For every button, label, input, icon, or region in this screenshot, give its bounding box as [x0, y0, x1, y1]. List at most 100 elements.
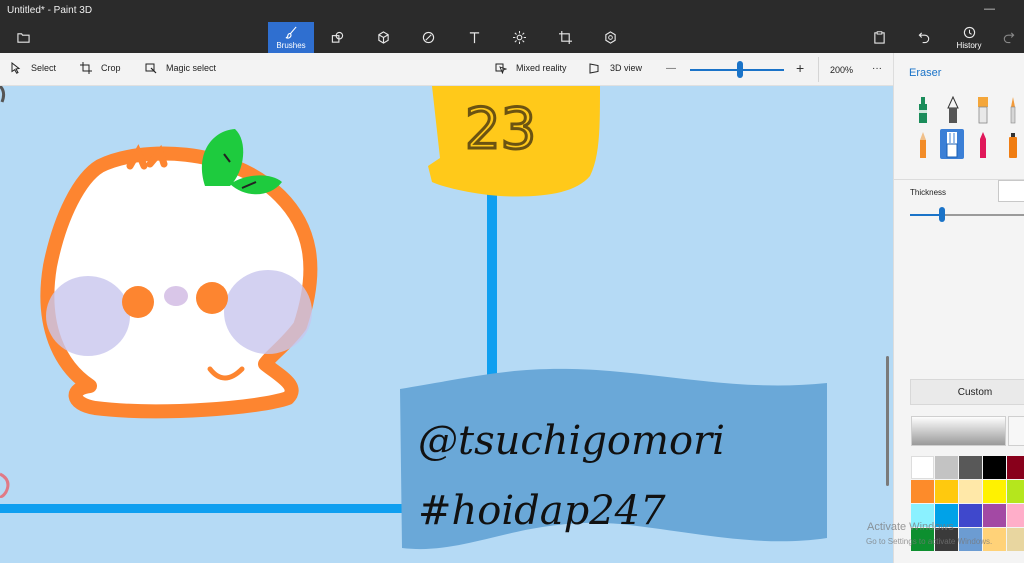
thickness-label: Thickness	[910, 188, 947, 197]
pencil-brush[interactable]	[911, 130, 935, 160]
text-icon	[469, 32, 479, 44]
secondary-color-preview[interactable]	[1008, 416, 1024, 446]
crop-button[interactable]: Crop	[80, 62, 121, 74]
sun-icon	[512, 31, 526, 44]
cube-icon	[377, 31, 389, 44]
history-icon	[963, 26, 975, 38]
3d-shapes-tab[interactable]	[360, 22, 406, 53]
drawing-canvas[interactable]: 23 @tsuchigomori #hoidap247	[0, 86, 893, 563]
crop-icon	[80, 62, 92, 74]
zoom-out-button[interactable]: —	[666, 63, 676, 74]
mixed-reality-icon	[495, 63, 507, 74]
calligraphy-pen-brush[interactable]	[941, 95, 965, 125]
3d-library-tab[interactable]	[587, 22, 633, 53]
zoom-level[interactable]: 200%	[830, 65, 853, 75]
watercolor-brush[interactable]	[1001, 95, 1024, 125]
color-swatch[interactable]	[935, 456, 958, 479]
custom-color-label: Custom	[957, 386, 993, 398]
magic-select-icon	[145, 63, 157, 74]
blue-pole	[487, 176, 497, 406]
history-button[interactable]: History	[946, 22, 992, 53]
more-options-button[interactable]: ···	[872, 63, 882, 74]
menu-button[interactable]	[0, 22, 46, 53]
marker-brush[interactable]	[911, 95, 935, 125]
activation-watermark-title: Activate Windows	[867, 521, 954, 533]
eraser-icon	[946, 132, 958, 158]
marker-icon	[919, 97, 927, 123]
zoom-in-button[interactable]: +	[796, 60, 804, 76]
crop-label: Crop	[101, 63, 121, 73]
2d-shapes-tab[interactable]	[314, 22, 360, 53]
color-swatch[interactable]	[935, 480, 958, 503]
effects-tab[interactable]	[496, 22, 542, 53]
sticker-icon	[422, 31, 434, 44]
redo-button[interactable]	[992, 22, 1024, 53]
magic-select-label: Magic select	[166, 63, 217, 73]
activation-watermark-subtitle: Go to Settings to activate Windows.	[866, 537, 993, 546]
crayon-icon	[980, 132, 986, 158]
thickness-slider-fill	[910, 214, 942, 216]
3d-view-button[interactable]: 3D view	[589, 62, 642, 74]
brushes-panel: Eraser Thickness Custom	[893, 53, 1024, 563]
spray-can-icon	[1009, 133, 1017, 158]
canvas-icon	[558, 31, 572, 44]
magic-select-button[interactable]: Magic select	[145, 62, 216, 74]
color-swatch[interactable]	[959, 504, 982, 527]
selection-toolbar: Select Crop Magic select Mixed reality 3…	[0, 53, 893, 86]
oil-brush[interactable]	[971, 95, 995, 125]
color-swatch[interactable]	[959, 480, 982, 503]
mixed-reality-button[interactable]: Mixed reality	[495, 62, 567, 74]
pointer-icon	[11, 62, 21, 74]
mixed-reality-label: Mixed reality	[516, 63, 567, 73]
canvas-tab[interactable]	[542, 22, 588, 53]
undo-button[interactable]	[901, 22, 947, 53]
color-swatch[interactable]	[911, 456, 934, 479]
current-color-preview[interactable]	[911, 416, 1006, 446]
select-button[interactable]: Select	[10, 62, 56, 74]
watercolor-icon	[1010, 97, 1016, 124]
color-swatch[interactable]	[983, 480, 1006, 503]
pink-stroke	[0, 472, 10, 498]
blue-horizontal-line	[0, 504, 405, 513]
library-icon	[604, 31, 616, 44]
paste-button[interactable]	[856, 22, 902, 53]
eraser-brush[interactable]	[940, 129, 964, 159]
redo-icon	[1003, 32, 1014, 44]
window-title: Untitled* - Paint 3D	[7, 5, 93, 16]
color-swatch[interactable]	[911, 480, 934, 503]
color-swatch[interactable]	[983, 504, 1006, 527]
vertical-scrollbar[interactable]	[886, 356, 889, 486]
color-swatch[interactable]	[983, 456, 1006, 479]
banner-text-line1: @tsuchigomori	[418, 418, 725, 464]
thickness-slider-thumb[interactable]	[939, 207, 945, 222]
gray-stroke	[0, 86, 6, 103]
oil-brush-icon	[978, 97, 988, 124]
spray-can-brush[interactable]	[1001, 130, 1024, 160]
crayon-brush[interactable]	[971, 130, 995, 160]
canvas-artwork: 23 @tsuchigomori #hoidap247	[0, 86, 827, 550]
stickers-tab[interactable]	[405, 22, 451, 53]
thickness-input[interactable]	[998, 180, 1024, 202]
toolbar-divider	[818, 57, 819, 82]
sign-text: 23	[465, 97, 536, 162]
3d-view-icon	[589, 63, 599, 74]
panel-title: Eraser	[909, 67, 942, 79]
title-bar: Untitled* - Paint 3D —	[0, 0, 1024, 22]
mochi-character	[40, 129, 318, 419]
color-swatch[interactable]	[959, 456, 982, 479]
history-label: History	[956, 40, 982, 50]
main-toolbar: Brushes History	[0, 22, 1024, 53]
color-swatch[interactable]	[1007, 504, 1024, 527]
minimize-icon[interactable]: —	[984, 3, 995, 15]
color-swatch[interactable]	[1007, 456, 1024, 479]
custom-color-button[interactable]: Custom	[910, 379, 1024, 405]
shapes-2d-icon	[331, 31, 343, 43]
zoom-slider-thumb[interactable]	[736, 61, 743, 78]
paste-icon	[873, 31, 885, 44]
text-tab[interactable]	[451, 22, 497, 53]
undo-icon	[918, 32, 929, 44]
brushes-tab[interactable]: Brushes	[268, 22, 314, 53]
color-swatch[interactable]	[1007, 528, 1024, 551]
brush-icon	[285, 26, 297, 39]
color-swatch[interactable]	[1007, 480, 1024, 503]
